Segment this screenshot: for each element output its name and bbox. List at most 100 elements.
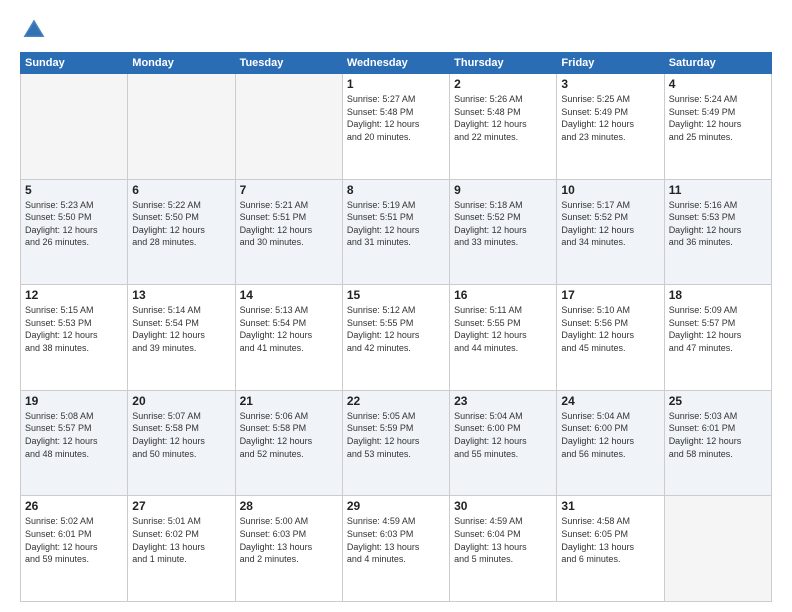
day-info: Sunrise: 4:58 AM Sunset: 6:05 PM Dayligh… bbox=[561, 515, 659, 565]
page: SundayMondayTuesdayWednesdayThursdayFrid… bbox=[0, 0, 792, 612]
day-number: 28 bbox=[240, 499, 338, 513]
calendar-cell: 31Sunrise: 4:58 AM Sunset: 6:05 PM Dayli… bbox=[557, 496, 664, 602]
day-number: 4 bbox=[669, 77, 767, 91]
day-info: Sunrise: 5:24 AM Sunset: 5:49 PM Dayligh… bbox=[669, 93, 767, 143]
day-info: Sunrise: 5:08 AM Sunset: 5:57 PM Dayligh… bbox=[25, 410, 123, 460]
calendar-cell: 28 Sunrise: 5:00 AM Sunset: 6:03 PM Dayli… bbox=[235, 496, 342, 602]
logo-icon bbox=[20, 16, 48, 44]
day-number: 20 bbox=[132, 394, 230, 408]
day-number: 21 bbox=[240, 394, 338, 408]
calendar-cell: 5 Sunrise: 5:23 AM Sunset: 5:50 PM Daylig… bbox=[21, 179, 128, 285]
calendar-cell bbox=[235, 74, 342, 180]
calendar-cell: 10 Sunrise: 5:17 AM Sunset: 5:52 PM Dayli… bbox=[557, 179, 664, 285]
day-number: 9 bbox=[454, 183, 552, 197]
day-info: Sunrise: 5:11 AM Sunset: 5:55 PM Dayligh… bbox=[454, 304, 552, 354]
day-info: Sunrise: 5:06 AM Sunset: 5:58 PM Dayligh… bbox=[240, 410, 338, 460]
calendar-cell: 1 Sunrise: 5:27 AM Sunset: 5:48 PM Daylig… bbox=[342, 74, 449, 180]
day-number: 27 bbox=[132, 499, 230, 513]
day-number: 6 bbox=[132, 183, 230, 197]
calendar-cell bbox=[21, 74, 128, 180]
day-number: 29 bbox=[347, 499, 445, 513]
weekday-header-monday: Monday bbox=[128, 53, 235, 74]
day-number: 11 bbox=[669, 183, 767, 197]
day-number: 7 bbox=[240, 183, 338, 197]
calendar-cell: 19Sunrise: 5:08 AM Sunset: 5:57 PM Dayli… bbox=[21, 390, 128, 496]
calendar-cell: 13 Sunrise: 5:14 AM Sunset: 5:54 PM Dayli… bbox=[128, 285, 235, 391]
calendar-cell: 27 Sunrise: 5:01 AM Sunset: 6:02 PM Dayli… bbox=[128, 496, 235, 602]
day-info: Sunrise: 5:21 AM Sunset: 5:51 PM Dayligh… bbox=[240, 199, 338, 249]
day-info: Sunrise: 5:22 AM Sunset: 5:50 PM Dayligh… bbox=[132, 199, 230, 249]
day-info: Sunrise: 5:25 AM Sunset: 5:49 PM Dayligh… bbox=[561, 93, 659, 143]
day-number: 26 bbox=[25, 499, 123, 513]
day-info: Sunrise: 5:26 AM Sunset: 5:48 PM Dayligh… bbox=[454, 93, 552, 143]
day-number: 15 bbox=[347, 288, 445, 302]
day-info: Sunrise: 5:04 AM Sunset: 6:00 PM Dayligh… bbox=[454, 410, 552, 460]
day-info: Sunrise: 5:01 AM Sunset: 6:02 PM Dayligh… bbox=[132, 515, 230, 565]
calendar-cell: 4 Sunrise: 5:24 AM Sunset: 5:49 PM Daylig… bbox=[664, 74, 771, 180]
calendar-cell: 20 Sunrise: 5:07 AM Sunset: 5:58 PM Dayli… bbox=[128, 390, 235, 496]
calendar-cell: 18 Sunrise: 5:09 AM Sunset: 5:57 PM Dayli… bbox=[664, 285, 771, 391]
weekday-header-friday: Friday bbox=[557, 53, 664, 74]
day-number: 16 bbox=[454, 288, 552, 302]
day-info: Sunrise: 5:07 AM Sunset: 5:58 PM Dayligh… bbox=[132, 410, 230, 460]
day-number: 17 bbox=[561, 288, 659, 302]
calendar-cell: 8Sunrise: 5:19 AM Sunset: 5:51 PM Daylig… bbox=[342, 179, 449, 285]
calendar-cell: 15 Sunrise: 5:12 AM Sunset: 5:55 PM Dayli… bbox=[342, 285, 449, 391]
day-number: 3 bbox=[561, 77, 659, 91]
day-number: 10 bbox=[561, 183, 659, 197]
day-info: Sunrise: 5:04 AM Sunset: 6:00 PM Dayligh… bbox=[561, 410, 659, 460]
calendar-week-row: 12Sunrise: 5:15 AM Sunset: 5:53 PM Dayli… bbox=[21, 285, 772, 391]
weekday-header-saturday: Saturday bbox=[664, 53, 771, 74]
day-number: 13 bbox=[132, 288, 230, 302]
day-info: Sunrise: 5:14 AM Sunset: 5:54 PM Dayligh… bbox=[132, 304, 230, 354]
calendar-table: SundayMondayTuesdayWednesdayThursdayFrid… bbox=[20, 52, 772, 602]
weekday-header-thursday: Thursday bbox=[450, 53, 557, 74]
calendar-cell: 22 Sunrise: 5:05 AM Sunset: 5:59 PM Dayli… bbox=[342, 390, 449, 496]
weekday-header-wednesday: Wednesday bbox=[342, 53, 449, 74]
day-info: Sunrise: 5:18 AM Sunset: 5:52 PM Dayligh… bbox=[454, 199, 552, 249]
calendar-cell: 24 Sunrise: 5:04 AM Sunset: 6:00 PM Dayli… bbox=[557, 390, 664, 496]
day-number: 1 bbox=[347, 77, 445, 91]
weekday-header-sunday: Sunday bbox=[21, 53, 128, 74]
calendar-cell: 23Sunrise: 5:04 AM Sunset: 6:00 PM Dayli… bbox=[450, 390, 557, 496]
day-info: Sunrise: 5:05 AM Sunset: 5:59 PM Dayligh… bbox=[347, 410, 445, 460]
day-info: Sunrise: 5:00 AM Sunset: 6:03 PM Dayligh… bbox=[240, 515, 338, 565]
day-info: Sunrise: 5:17 AM Sunset: 5:52 PM Dayligh… bbox=[561, 199, 659, 249]
day-info: Sunrise: 5:09 AM Sunset: 5:57 PM Dayligh… bbox=[669, 304, 767, 354]
day-info: Sunrise: 5:02 AM Sunset: 6:01 PM Dayligh… bbox=[25, 515, 123, 565]
calendar-week-row: 1 Sunrise: 5:27 AM Sunset: 5:48 PM Daylig… bbox=[21, 74, 772, 180]
weekday-header-tuesday: Tuesday bbox=[235, 53, 342, 74]
calendar-cell: 14Sunrise: 5:13 AM Sunset: 5:54 PM Dayli… bbox=[235, 285, 342, 391]
day-number: 22 bbox=[347, 394, 445, 408]
calendar-cell: 3 Sunrise: 5:25 AM Sunset: 5:49 PM Daylig… bbox=[557, 74, 664, 180]
calendar-week-row: 19Sunrise: 5:08 AM Sunset: 5:57 PM Dayli… bbox=[21, 390, 772, 496]
day-number: 18 bbox=[669, 288, 767, 302]
day-info: Sunrise: 5:15 AM Sunset: 5:53 PM Dayligh… bbox=[25, 304, 123, 354]
day-info: Sunrise: 4:59 AM Sunset: 6:03 PM Dayligh… bbox=[347, 515, 445, 565]
day-number: 8 bbox=[347, 183, 445, 197]
day-info: Sunrise: 5:16 AM Sunset: 5:53 PM Dayligh… bbox=[669, 199, 767, 249]
day-number: 24 bbox=[561, 394, 659, 408]
day-info: Sunrise: 5:13 AM Sunset: 5:54 PM Dayligh… bbox=[240, 304, 338, 354]
calendar-cell: 9 Sunrise: 5:18 AM Sunset: 5:52 PM Daylig… bbox=[450, 179, 557, 285]
day-info: Sunrise: 5:27 AM Sunset: 5:48 PM Dayligh… bbox=[347, 93, 445, 143]
calendar-week-row: 5 Sunrise: 5:23 AM Sunset: 5:50 PM Daylig… bbox=[21, 179, 772, 285]
calendar-cell: 26 Sunrise: 5:02 AM Sunset: 6:01 PM Dayli… bbox=[21, 496, 128, 602]
calendar-cell: 21 Sunrise: 5:06 AM Sunset: 5:58 PM Dayli… bbox=[235, 390, 342, 496]
day-info: Sunrise: 5:23 AM Sunset: 5:50 PM Dayligh… bbox=[25, 199, 123, 249]
calendar-cell bbox=[128, 74, 235, 180]
day-number: 5 bbox=[25, 183, 123, 197]
header bbox=[20, 16, 772, 44]
calendar-cell: 25Sunrise: 5:03 AM Sunset: 6:01 PM Dayli… bbox=[664, 390, 771, 496]
day-number: 2 bbox=[454, 77, 552, 91]
day-info: Sunrise: 5:12 AM Sunset: 5:55 PM Dayligh… bbox=[347, 304, 445, 354]
calendar-cell: 17Sunrise: 5:10 AM Sunset: 5:56 PM Dayli… bbox=[557, 285, 664, 391]
calendar-cell: 6 Sunrise: 5:22 AM Sunset: 5:50 PM Daylig… bbox=[128, 179, 235, 285]
calendar-week-row: 26 Sunrise: 5:02 AM Sunset: 6:01 PM Dayli… bbox=[21, 496, 772, 602]
calendar-cell: 29 Sunrise: 4:59 AM Sunset: 6:03 PM Dayli… bbox=[342, 496, 449, 602]
day-info: Sunrise: 4:59 AM Sunset: 6:04 PM Dayligh… bbox=[454, 515, 552, 565]
logo bbox=[20, 16, 52, 44]
calendar-cell: 2 Sunrise: 5:26 AM Sunset: 5:48 PM Daylig… bbox=[450, 74, 557, 180]
calendar-cell: 11 Sunrise: 5:16 AM Sunset: 5:53 PM Dayli… bbox=[664, 179, 771, 285]
weekday-header-row: SundayMondayTuesdayWednesdayThursdayFrid… bbox=[21, 53, 772, 74]
